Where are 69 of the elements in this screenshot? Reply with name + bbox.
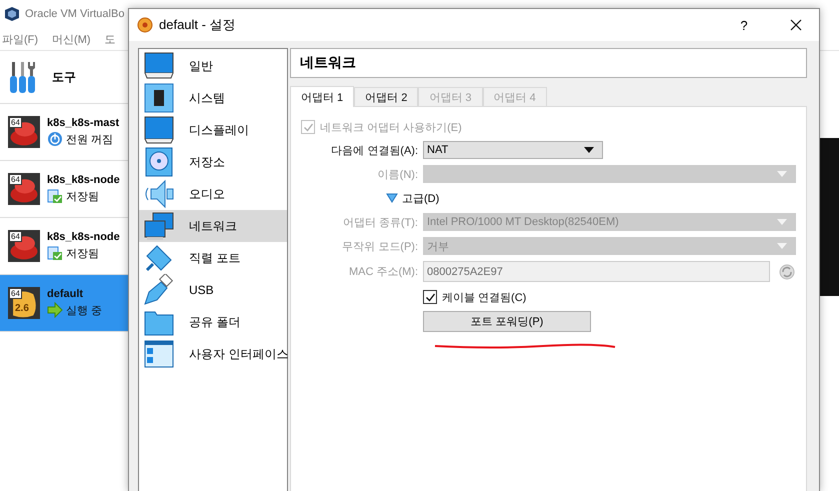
close-icon <box>790 19 802 31</box>
version-label: 64 <box>9 174 22 185</box>
menu-item[interactable]: 도 <box>102 32 118 46</box>
checkbox-label: 케이블 연결됨(C) <box>442 290 526 304</box>
arrow-icon <box>47 302 63 318</box>
dialog-title: default - 설정 <box>159 16 236 34</box>
version-label: 64 <box>9 117 22 128</box>
saved-state-icon <box>47 188 63 204</box>
window-title: Oracle VM VirtualBo <box>25 8 124 20</box>
vm-state: 전원 꺼짐 <box>66 132 114 146</box>
vm-list-item[interactable]: 64 k8s_k8s-node 저장됨 <box>0 161 128 218</box>
version-label: 64 <box>9 288 22 299</box>
caret-icon <box>777 171 787 177</box>
tab[interactable]: 어댑터 1 <box>290 86 354 107</box>
menu-item[interactable]: 머신(M) <box>50 32 93 46</box>
tools-label: 도구 <box>52 68 76 86</box>
menu-item[interactable]: 파일(F) <box>0 32 40 46</box>
version-number: 2.6 <box>15 303 29 314</box>
window-icon <box>143 338 175 370</box>
refresh-button[interactable] <box>778 262 796 280</box>
field-label: 이름(N): <box>376 168 418 182</box>
monitor-icon <box>143 114 175 146</box>
caret-icon <box>777 243 787 249</box>
caret-icon <box>584 147 594 153</box>
advanced-toggle[interactable]: 고급(D) <box>386 189 796 207</box>
sidebar-item[interactable]: 저장소 <box>139 146 287 178</box>
cube-icon <box>4 6 20 22</box>
vm-name: k8s_k8s-mast <box>47 117 120 129</box>
usb-plug-icon <box>143 274 175 306</box>
dropdown[interactable]: NAT <box>423 141 603 159</box>
power-icon <box>47 131 63 147</box>
vm-list-item[interactable]: 64 2.6 default 실행 중 <box>0 275 128 332</box>
tab[interactable]: 어댑터 2 <box>354 87 418 106</box>
vm-name: k8s_k8s-node <box>47 174 120 186</box>
section-header: 네트워크 <box>290 48 807 78</box>
field-label: 어댑터 종류(T): <box>342 216 418 230</box>
vm-state: 실행 중 <box>66 304 102 318</box>
sidebar-item[interactable]: 네트워크 <box>139 210 287 242</box>
sidebar-item[interactable]: 디스플레이 <box>139 114 287 146</box>
network-icon <box>143 210 175 242</box>
speaker-icon <box>143 178 175 210</box>
caret-icon <box>777 219 787 225</box>
saved-state-icon <box>47 245 63 261</box>
sidebar-item[interactable]: 일반 <box>139 50 287 82</box>
refresh-icon <box>779 264 795 280</box>
version-label: 64 <box>9 231 22 242</box>
tools-item[interactable]: 도구 <box>0 51 128 104</box>
sidebar-item[interactable]: USB <box>139 274 287 306</box>
field-label: 다음에 연결됨(A): <box>330 144 418 158</box>
vm-state: 저장됨 <box>66 190 99 204</box>
vm-state: 저장됨 <box>66 246 99 260</box>
checkbox[interactable] <box>423 290 437 304</box>
vm-list-item[interactable]: 64 k8s_k8s-mast 전원 꺼짐 <box>0 104 128 161</box>
port-forwarding-button[interactable]: 포트 포워딩(P) <box>423 311 591 332</box>
vm-name: k8s_k8s-node <box>47 231 120 243</box>
field-label: MAC 주소(M): <box>348 265 418 279</box>
triangle-down-icon <box>386 193 398 203</box>
checkbox-label: 네트워크 어댑터 사용하기(E) <box>320 120 462 134</box>
gear-icon <box>137 17 153 33</box>
tools-icon <box>8 60 38 94</box>
field-label: 무작위 모드(P): <box>341 240 418 254</box>
help-button[interactable]: ? <box>721 9 767 41</box>
sidebar-item[interactable]: 공유 폴더 <box>139 306 287 338</box>
sidebar-item[interactable]: 시스템 <box>139 82 287 114</box>
sidebar-item[interactable]: 직렬 포트 <box>139 242 287 274</box>
sidebar-item[interactable]: 오디오 <box>139 178 287 210</box>
vm-name: default <box>47 288 84 300</box>
sidebar-item[interactable]: 사용자 인터페이스 <box>139 338 287 370</box>
chip-icon <box>143 82 175 114</box>
